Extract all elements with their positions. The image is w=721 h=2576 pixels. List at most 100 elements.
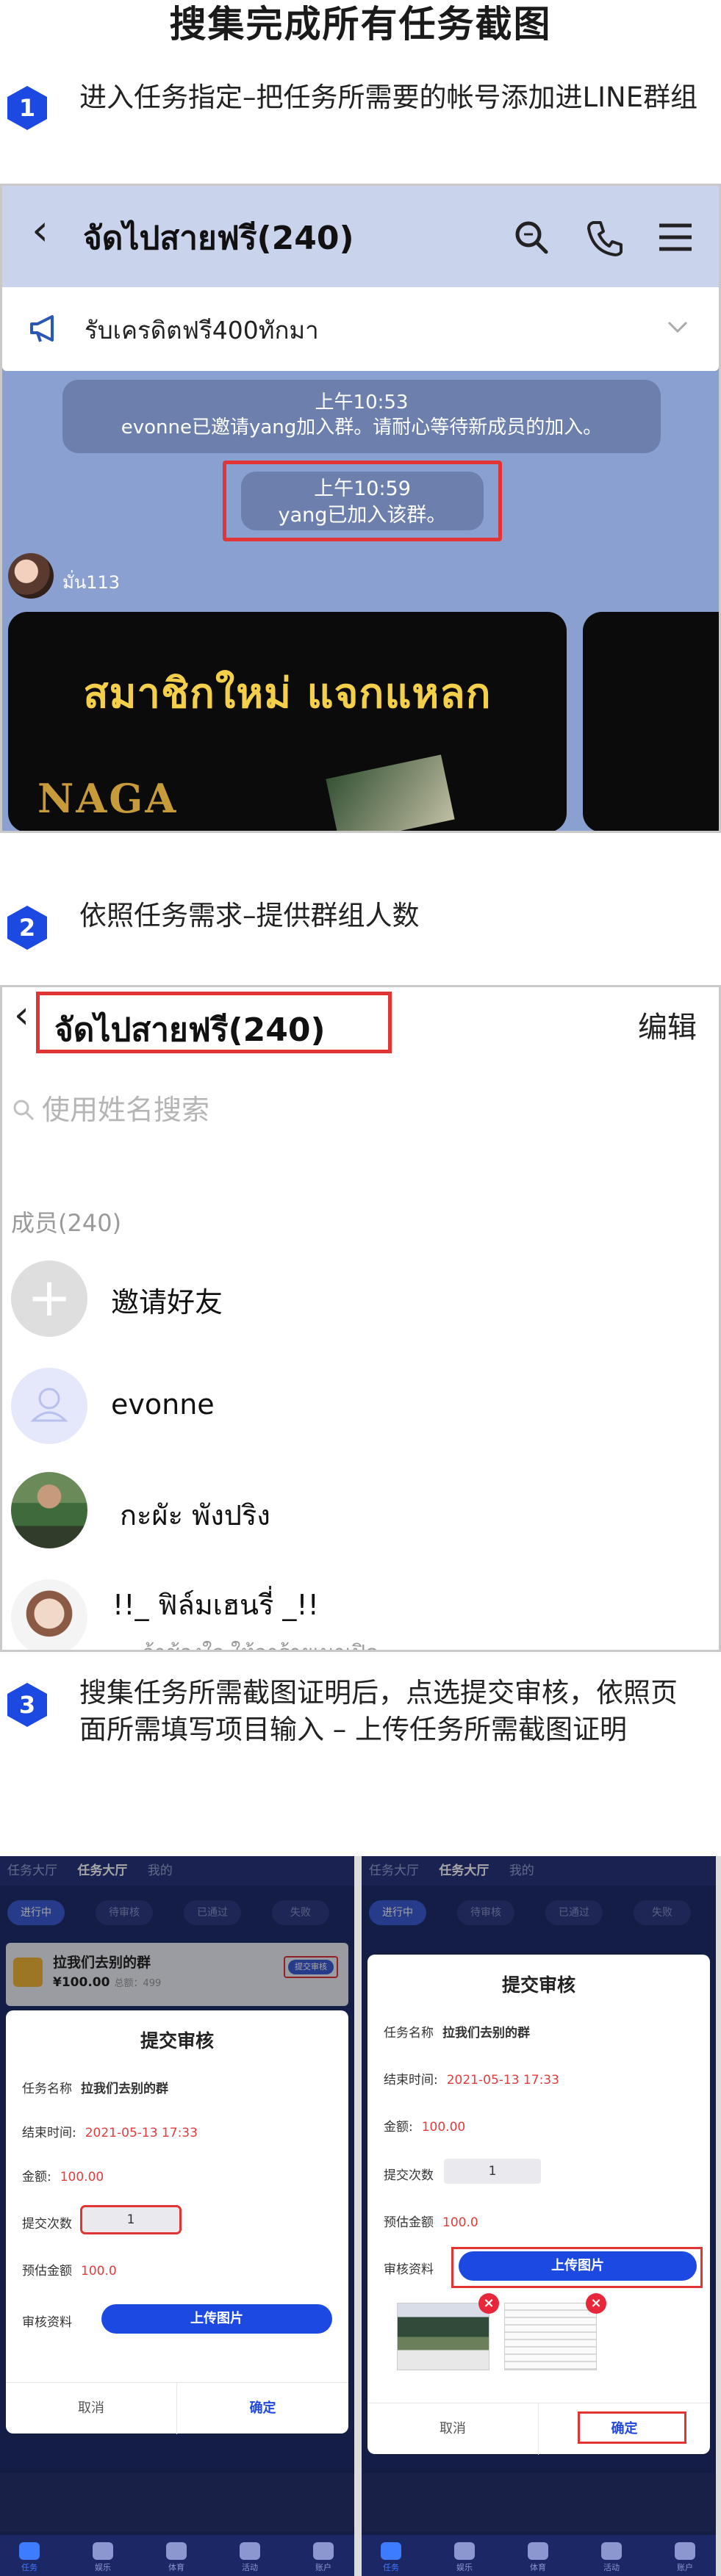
- step-2-text: 依照任务需求–提供群组人数: [79, 900, 420, 931]
- nav-account[interactable]: 账户: [663, 2542, 707, 2573]
- search-input[interactable]: 使用姓名搜索: [11, 1087, 209, 1128]
- avatar[interactable]: [8, 553, 54, 599]
- end-time-value: 2021-05-13 17:33: [85, 2126, 198, 2140]
- nav-account[interactable]: 账户: [301, 2542, 345, 2573]
- step-3-badge: 3: [4, 1681, 50, 1729]
- submit-count-input[interactable]: 1: [80, 2205, 182, 2234]
- member-name: กะผัะ พังปริง: [120, 1499, 270, 1531]
- page-title: 搜集完成所有任务截图: [169, 3, 552, 46]
- back-icon[interactable]: ‹: [32, 205, 49, 255]
- estimate-row: 预估金额 100.0: [22, 2260, 117, 2279]
- search-icon: [13, 1100, 35, 1121]
- announcement-text: รับเครดิตฟรี400ทักมา: [85, 316, 319, 344]
- nav-label: 体育: [168, 2563, 184, 2572]
- cancel-button[interactable]: 取消: [6, 2383, 177, 2434]
- phone-screen-right: 任务大厅 任务大厅 我的 进行中 待审核 已通过 失败 提交审核 任务名称 拉我们…: [362, 1856, 716, 2576]
- submit-count-label: 提交次数: [22, 2217, 72, 2232]
- modal-title: 提交审核: [140, 2030, 214, 2052]
- task-name-value: 拉我们去别的群: [81, 2082, 168, 2096]
- submit-count-input[interactable]: 1: [444, 2159, 541, 2184]
- amount-row: 金额: 100.00: [384, 2116, 465, 2135]
- nav-task[interactable]: 任务: [369, 2542, 413, 2573]
- end-time-row: 结束时间: 2021-05-13 17:33: [384, 2069, 559, 2088]
- phone-screen-left: 任务大厅 任务大厅 我的 进行中 待审核 已通过 失败 拉我们去别的群 ¥100…: [0, 1856, 354, 2576]
- upload-image-button[interactable]: 上传图片: [459, 2251, 697, 2281]
- task-name-value: 拉我们去别的群: [442, 2026, 530, 2041]
- game-icon: [93, 2542, 113, 2560]
- nav-events[interactable]: 活动: [589, 2542, 634, 2573]
- step-3-text: 搜集任务所需截图证明后，点选提交审核，依照页面所需填写项目输入 – 上传任务所需…: [79, 1677, 678, 1745]
- submit-review-modal: 提交审核 任务名称 拉我们去别的群 结束时间: 2021-05-13 17:33 金…: [367, 1955, 710, 2455]
- phone-icon[interactable]: [583, 215, 627, 259]
- step-2: 2 依照任务需求–提供群组人数: [0, 898, 721, 956]
- task-name-label: 任务名称: [384, 2026, 434, 2041]
- step-3-number: 3: [19, 1691, 35, 1719]
- nav-label: 账户: [315, 2563, 331, 2572]
- end-time-label: 结束时间:: [384, 2073, 438, 2088]
- amount-value: 100.00: [60, 2170, 104, 2184]
- nav-entertainment[interactable]: 娱乐: [81, 2542, 125, 2573]
- amount-label: 金额:: [22, 2170, 51, 2184]
- announcement-bar[interactable]: รับเครดิตฟรี400ทักมา: [2, 287, 719, 371]
- uploaded-image[interactable]: ×: [397, 2293, 499, 2370]
- ball-icon: [166, 2542, 187, 2560]
- task-name-row: 任务名称 拉我们去别的群: [22, 2078, 168, 2096]
- end-time-label: 结束时间:: [22, 2126, 76, 2140]
- remove-image-icon[interactable]: ×: [478, 2293, 499, 2314]
- uploaded-image[interactable]: ×: [504, 2293, 606, 2370]
- modal-title: 提交审核: [501, 1974, 575, 1996]
- nav-sports[interactable]: 体育: [516, 2542, 560, 2573]
- chevron-down-icon[interactable]: [663, 312, 692, 342]
- group-title: จัดไปสายฟรี(240): [54, 1011, 326, 1049]
- task-submission-screenshots: 任务大厅 任务大厅 我的 进行中 待审核 已通过 失败 拉我们去别的群 ¥100…: [0, 1856, 721, 2576]
- step-1-number: 1: [19, 94, 35, 122]
- nav-label: 任务: [383, 2563, 399, 2572]
- hexagon-badge-icon: 2: [7, 906, 47, 950]
- nav-events[interactable]: 活动: [228, 2542, 272, 2573]
- chat-title: จัดไปสายฟรี(240): [83, 220, 354, 257]
- material-label: 审核资料: [384, 2262, 434, 2277]
- estimate-row: 预估金额 100.0: [384, 2212, 478, 2230]
- list-item[interactable]: !!_ ฟิล์มเฮนรี่ _!! ถ้าช้องใจ ให้อาร้ายเ…: [2, 1579, 719, 1650]
- amount-row: 金额: 100.00: [22, 2166, 104, 2184]
- step-1: 1 进入任务指定–把任务所需要的帐号添加进LINE群组: [0, 76, 721, 157]
- hexagon-badge-icon: 1: [7, 86, 47, 130]
- menu-icon[interactable]: [653, 215, 697, 259]
- task-icon: [381, 2542, 401, 2560]
- avatar: [11, 1368, 87, 1444]
- modal-footer: 取消 确定: [6, 2382, 348, 2434]
- end-time-value: 2021-05-13 17:33: [446, 2073, 559, 2088]
- list-item[interactable]: กะผัะ พังปริง: [2, 1472, 719, 1560]
- system-message-invite: 上午10:53 evonne已邀请yang加入群。请耐心等待新成员的加入。: [62, 380, 661, 453]
- nav-sports[interactable]: 体育: [154, 2542, 198, 2573]
- remove-image-icon[interactable]: ×: [586, 2293, 606, 2314]
- search-icon[interactable]: [509, 215, 553, 259]
- promo-logo: NAGA: [37, 775, 179, 822]
- cancel-button[interactable]: 取消: [367, 2403, 539, 2455]
- upload-image-button[interactable]: 上传图片: [101, 2304, 332, 2334]
- back-icon[interactable]: ‹: [14, 993, 29, 1037]
- nav-entertainment[interactable]: 娱乐: [442, 2542, 487, 2573]
- user-icon: [313, 2542, 334, 2560]
- ball-icon: [528, 2542, 548, 2560]
- list-item[interactable]: evonne: [2, 1368, 719, 1456]
- add-icon: [11, 1260, 87, 1337]
- bottom-nav: 任务 娱乐 体育 活动 账户: [362, 2535, 716, 2576]
- edit-button[interactable]: 编辑: [638, 1003, 697, 1046]
- step-1-text: 进入任务指定–把任务所需要的帐号添加进LINE群组: [79, 82, 698, 113]
- member-name: 邀请好友: [111, 1286, 223, 1318]
- promo-text: สมาชิกใหม่ แจกแหลก: [83, 670, 492, 718]
- step-2-number: 2: [19, 914, 35, 942]
- system-message-text: evonne已邀请yang加入群。请耐心等待新成员的加入。: [121, 416, 603, 439]
- task-icon: [19, 2542, 40, 2560]
- nav-label: 任务: [21, 2563, 37, 2572]
- nav-task[interactable]: 任务: [7, 2542, 51, 2573]
- invite-friends-row[interactable]: 邀请好友: [2, 1260, 719, 1349]
- task-name-row: 任务名称 拉我们去别的群: [384, 2022, 530, 2041]
- estimate-value: 100.0: [81, 2264, 117, 2279]
- avatar: [11, 1579, 87, 1650]
- search-placeholder: 使用姓名搜索: [42, 1094, 210, 1126]
- promo-image-message[interactable]: สมาชิกใหม่ แจกแหลก NAGA: [8, 612, 567, 831]
- confirm-button[interactable]: 确定: [177, 2383, 348, 2434]
- promo-image-message-2[interactable]: [583, 612, 719, 831]
